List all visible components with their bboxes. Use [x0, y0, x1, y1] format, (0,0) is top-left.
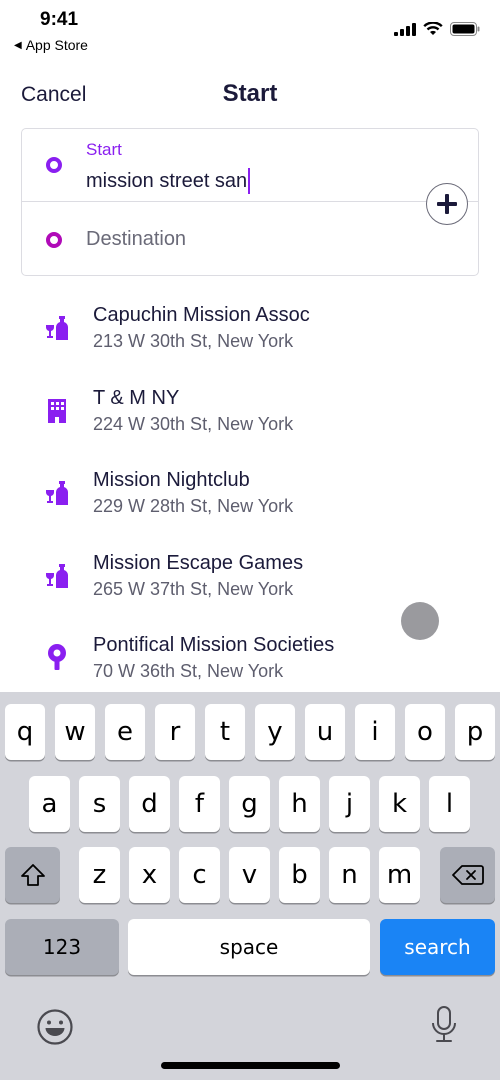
result-address: 70 W 36th St, New York — [93, 661, 284, 681]
start-input[interactable]: mission street san — [86, 168, 251, 194]
back-triangle-icon: ◀ — [14, 39, 22, 51]
result-name: Mission Escape Games — [93, 551, 304, 574]
status-icons — [394, 22, 480, 36]
result-address: 224 W 30th St, New York — [93, 413, 294, 434]
key-r[interactable]: r — [155, 704, 195, 760]
add-stop-button[interactable] — [426, 183, 468, 225]
emoji-button[interactable] — [36, 1008, 74, 1051]
start-input-value: mission street san — [86, 169, 248, 192]
key-u[interactable]: u — [305, 704, 345, 760]
delete-key[interactable] — [440, 847, 495, 903]
result-address: 265 W 37th St, New York — [93, 578, 294, 599]
result-name: Capuchin Mission Assoc — [93, 304, 310, 326]
status-bar: 9:41 ◀ App Store — [0, 0, 500, 60]
emoji-icon — [37, 1009, 73, 1045]
plus-icon — [437, 194, 457, 214]
key-c[interactable]: c — [179, 847, 220, 903]
key-m[interactable]: m — [379, 847, 420, 903]
shift-key[interactable] — [5, 847, 60, 903]
result-name: T & M NY — [93, 386, 180, 409]
wifi-icon — [423, 22, 443, 35]
key-d[interactable]: d — [129, 776, 170, 832]
bar-icon — [46, 481, 68, 505]
key-l[interactable]: l — [429, 776, 470, 832]
result-item[interactable]: Capuchin Mission Assoc 213 W 30th St, Ne… — [0, 292, 500, 375]
bar-icon — [46, 563, 68, 588]
search-results-list: Capuchin Mission Assoc 213 W 30th St, Ne… — [0, 292, 500, 705]
shift-icon — [20, 864, 45, 886]
battery-icon — [450, 22, 480, 36]
building-icon — [48, 398, 66, 423]
start-dot-icon — [46, 157, 62, 173]
bar-icon — [46, 316, 68, 340]
key-i[interactable]: i — [355, 704, 395, 760]
text-caret — [248, 168, 251, 194]
key-h[interactable]: h — [279, 776, 320, 832]
key-v[interactable]: v — [229, 847, 270, 903]
result-item[interactable]: T & M NY 224 W 30th St, New York — [0, 375, 500, 458]
search-key[interactable]: search — [380, 919, 495, 975]
result-name: Pontifical Mission Societies — [93, 634, 335, 656]
key-a[interactable]: a — [29, 776, 70, 832]
key-y[interactable]: y — [255, 704, 295, 760]
signal-icon — [394, 22, 416, 36]
route-card: Start mission street san Destination — [21, 128, 479, 276]
key-w[interactable]: w — [55, 704, 95, 760]
result-item[interactable]: Mission Nightclub 229 W 28th St, New Yor… — [0, 457, 500, 540]
key-k[interactable]: k — [379, 776, 420, 832]
key-j[interactable]: j — [329, 776, 370, 832]
keyboard: q w e r t y u i o p a s d f g h j k l z … — [0, 692, 500, 1080]
space-key[interactable]: space — [128, 919, 370, 975]
touch-indicator — [401, 602, 439, 640]
result-address: 229 W 28th St, New York — [93, 496, 294, 516]
back-label: App Store — [25, 37, 88, 53]
route-divider — [22, 201, 478, 202]
key-s[interactable]: s — [79, 776, 120, 832]
key-z[interactable]: z — [79, 847, 120, 903]
destination-dot-icon — [46, 232, 62, 248]
home-indicator[interactable] — [161, 1062, 340, 1069]
numbers-key[interactable]: 123 — [5, 919, 119, 975]
result-address: 213 W 30th St, New York — [93, 331, 294, 351]
dictation-button[interactable] — [429, 1005, 459, 1050]
pin-icon — [48, 644, 66, 670]
key-p[interactable]: p — [455, 704, 495, 760]
start-field-label: Start — [86, 140, 122, 159]
key-g[interactable]: g — [229, 776, 270, 832]
key-o[interactable]: o — [405, 704, 445, 760]
key-n[interactable]: n — [329, 847, 370, 903]
key-e[interactable]: e — [105, 704, 145, 760]
key-t[interactable]: t — [205, 704, 245, 760]
key-x[interactable]: x — [129, 847, 170, 903]
key-q[interactable]: q — [5, 704, 45, 760]
cancel-button[interactable]: Cancel — [21, 83, 86, 107]
result-name: Mission Nightclub — [93, 469, 250, 491]
backspace-icon — [451, 865, 484, 885]
status-time: 9:41 — [40, 9, 79, 30]
nav-bar: Start Cancel — [0, 72, 500, 118]
destination-input[interactable]: Destination — [86, 228, 186, 251]
back-to-app-store[interactable]: ◀ App Store — [14, 37, 88, 53]
key-f[interactable]: f — [179, 776, 220, 832]
microphone-icon — [432, 1006, 456, 1042]
key-b[interactable]: b — [279, 847, 320, 903]
